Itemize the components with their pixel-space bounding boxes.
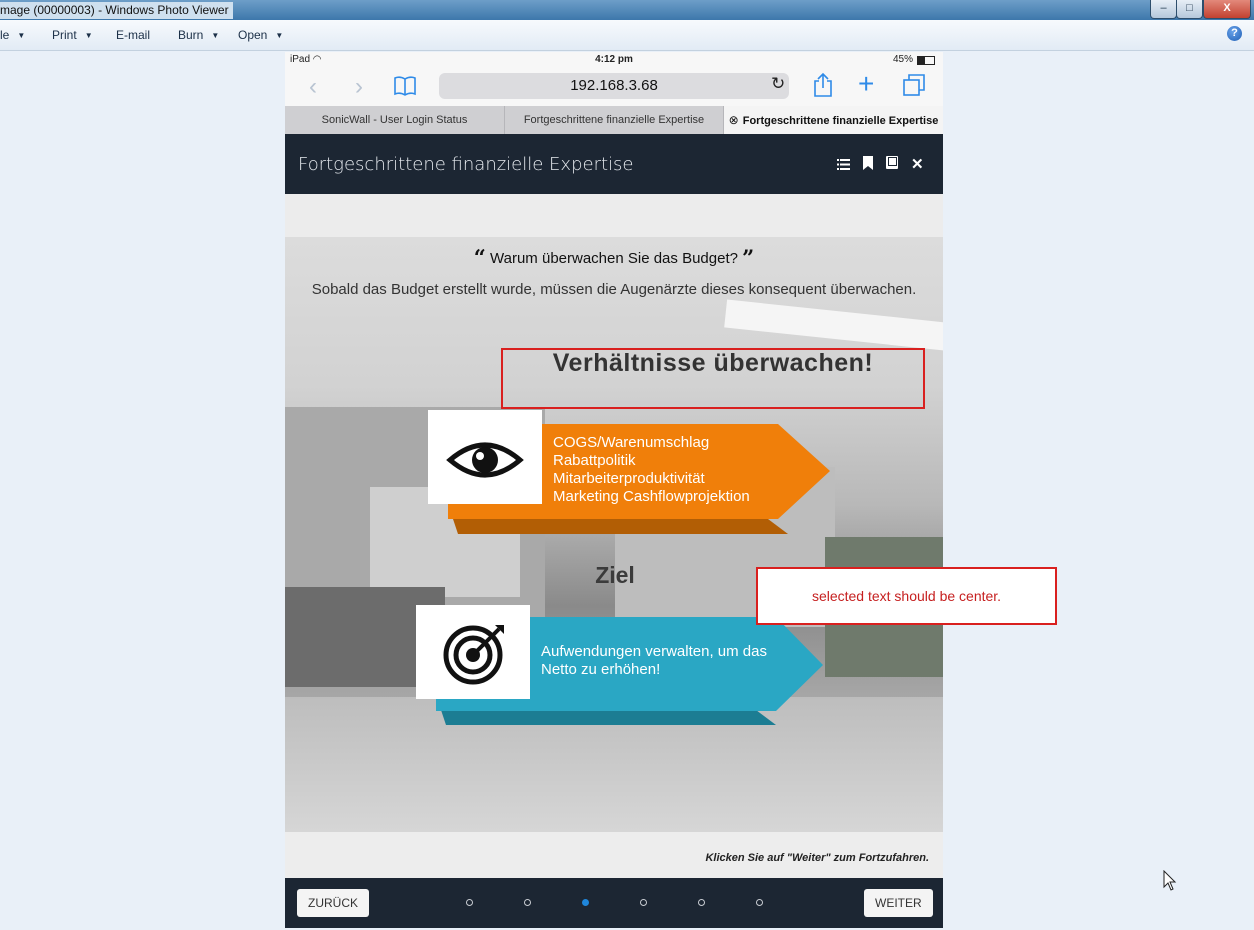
course-header: Fortgeschrittene finanzielle Expertise ✕	[285, 134, 943, 194]
forward-arrow-icon[interactable]: ›	[355, 75, 363, 99]
chevron-down-icon: ▼	[17, 31, 26, 40]
menu-file-label: le	[0, 28, 10, 42]
window-titlebar: mage (00000003) - Windows Photo Viewer –…	[0, 0, 1254, 20]
page-dot-active[interactable]	[582, 899, 589, 906]
tab-expertise-active[interactable]: ⊗ Fortgeschrittene finanzielle Expertise	[724, 106, 943, 134]
annotation-highlight-box	[501, 348, 925, 409]
menubar: le ▼ Print ▼ E-mail Burn ▼ Open ▼	[0, 20, 1254, 51]
window-title: mage (00000003) - Windows Photo Viewer	[0, 2, 233, 19]
target-icon	[443, 625, 504, 685]
menu-file[interactable]: le ▼	[0, 28, 25, 42]
list-item: Mitarbeiterproduktivität	[553, 470, 705, 487]
back-arrow-icon[interactable]: ‹	[309, 75, 317, 99]
ceiling-light	[724, 299, 943, 353]
course-title: Fortgeschrittene finanzielle Expertise	[298, 154, 634, 175]
tab-expertise-active-label: Fortgeschrittene finanzielle Expertise	[742, 115, 939, 127]
status-time: 4:12 pm	[595, 54, 633, 65]
bookmark-icon[interactable]	[863, 156, 873, 173]
bookmarks-book-icon[interactable]	[393, 75, 417, 102]
url-field[interactable]: 192.168.3.68	[439, 73, 789, 99]
page-dot[interactable]	[640, 899, 647, 906]
list-item: COGS/Warenumschlag	[553, 434, 710, 451]
battery-label: 45%	[893, 54, 914, 65]
target-icon-box	[416, 605, 530, 699]
page-dot[interactable]	[466, 899, 473, 906]
maximize-button[interactable]: □	[1176, 0, 1203, 19]
next-button[interactable]: WEITER	[864, 889, 933, 917]
new-tab-plus-icon[interactable]: +	[858, 70, 874, 98]
list-item: Aufwendungen verwalten, um das	[541, 643, 767, 660]
page-dot[interactable]	[756, 899, 763, 906]
slide-area: “ Warum überwachen Sie das Budget? ” Sob…	[285, 237, 943, 832]
help-icon[interactable]: ?	[1227, 26, 1242, 41]
tab-close-icon[interactable]: ⊗	[729, 113, 739, 127]
tab-sonicwall[interactable]: SonicWall - User Login Status	[285, 106, 505, 134]
chevron-down-icon: ▼	[275, 31, 284, 40]
menu-open-label: Open	[238, 28, 268, 42]
menu-open[interactable]: Open ▼	[238, 28, 283, 42]
tabs-overview-icon[interactable]	[902, 73, 926, 102]
page-dot[interactable]	[524, 899, 531, 906]
back-button[interactable]: ZURÜCK	[297, 889, 369, 917]
mouse-cursor-icon	[1163, 870, 1177, 891]
safari-toolbar: ‹ › 192.168.3.68 ↻ +	[285, 68, 943, 106]
list-item: Marketing Cashflowprojektion	[553, 488, 750, 505]
browser-tabs: SonicWall - User Login Status Fortgeschr…	[285, 106, 943, 134]
menu-email[interactable]: E-mail	[116, 28, 150, 42]
minimize-button[interactable]: –	[1150, 0, 1177, 19]
continue-hint: Klicken Sie auf "Weiter" zum Fortzufahre…	[705, 852, 929, 864]
list-item: Rabattpolitik	[553, 452, 636, 469]
close-icon[interactable]: ✕	[911, 155, 924, 173]
eye-icon-box	[428, 410, 542, 504]
annotation-note: selected text should be center.	[756, 567, 1057, 625]
slide-goal-label: Ziel	[595, 562, 635, 588]
slide-navigation: ZURÜCK WEITER	[285, 878, 943, 928]
menu-print-label: Print	[52, 28, 77, 42]
slide-question-text: Warum überwachen Sie das Budget?	[490, 250, 738, 267]
eye-icon	[446, 442, 524, 478]
menu-email-label: E-mail	[116, 28, 151, 42]
ios-status-bar: iPad ◠ 4:12 pm 45%	[285, 52, 943, 68]
card-goal-text: Aufwendungen verwalten, um das Netto zu …	[541, 643, 767, 679]
footer-hint-strip: Klicken Sie auf "Weiter" zum Fortzufahre…	[285, 832, 943, 878]
quote-open-mark: “	[473, 245, 486, 270]
close-button[interactable]: X	[1203, 0, 1251, 19]
menu-print[interactable]: Print ▼	[52, 28, 93, 42]
slide-question: “ Warum überwachen Sie das Budget? ”	[285, 245, 943, 270]
menu-burn[interactable]: Burn ▼	[178, 28, 219, 42]
battery-icon	[917, 56, 935, 65]
card-ratios-list: COGS/Warenumschlag Rabattpolitik Mitarbe…	[553, 434, 750, 506]
list-item: Netto zu erhöhen!	[541, 661, 661, 678]
chevron-down-icon: ▼	[84, 31, 93, 40]
reload-icon[interactable]: ↻	[771, 74, 785, 94]
page-dot[interactable]	[698, 899, 705, 906]
ipad-screenshot: iPad ◠ 4:12 pm 45% ‹ › 192.168.3.68 ↻ + …	[285, 52, 943, 928]
list-icon[interactable]	[837, 157, 850, 173]
slide-subtitle: Sobald das Budget erstellt wurde, müssen…	[311, 281, 917, 298]
tab-expertise-1[interactable]: Fortgeschrittene finanzielle Expertise	[505, 106, 724, 134]
quote-close-mark: ”	[742, 245, 755, 270]
chevron-down-icon: ▼	[211, 31, 220, 40]
menu-burn-label: Burn	[178, 28, 204, 42]
book-icon[interactable]	[886, 156, 898, 172]
header-texture-strip	[285, 194, 943, 237]
share-icon[interactable]	[812, 72, 834, 103]
